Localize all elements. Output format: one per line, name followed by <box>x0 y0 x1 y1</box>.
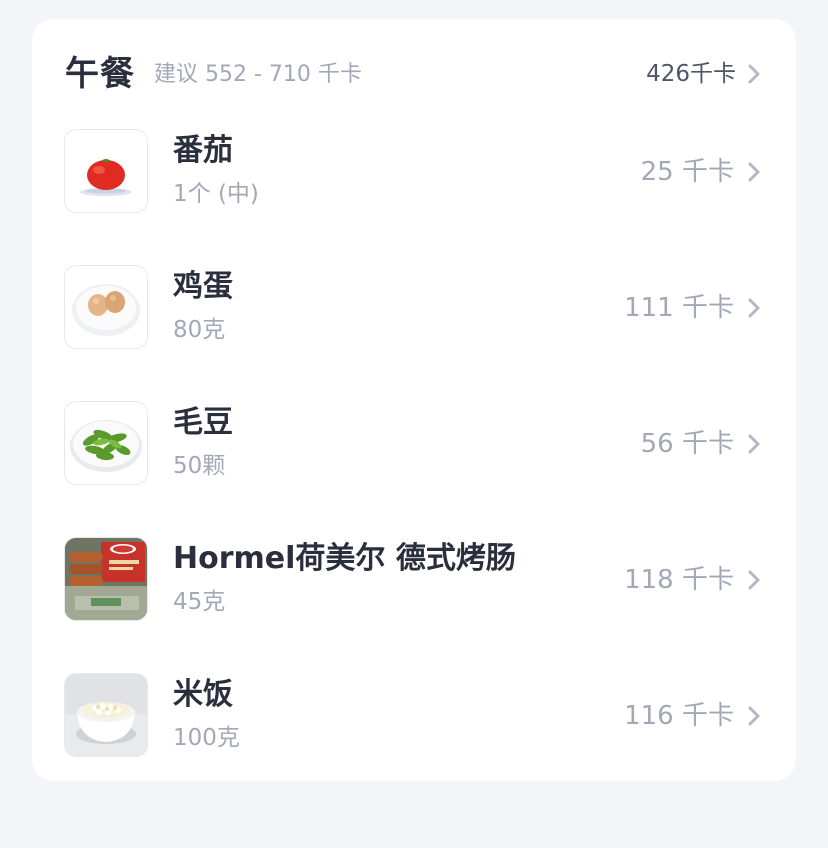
food-item-tomato[interactable]: 番茄 1个 (中) 25 千卡 <box>32 129 796 265</box>
food-name: 鸡蛋 <box>173 269 233 304</box>
meal-total-calories: 426千卡 <box>646 61 736 87</box>
food-calories: 56 千卡 <box>640 429 734 459</box>
tomato-image <box>64 129 148 213</box>
food-item-rice[interactable]: 米饭 100克 116 千卡 <box>32 673 796 809</box>
rice-bowl-image <box>64 673 148 757</box>
food-amount: 50颗 <box>173 453 226 479</box>
chevron-right-icon[interactable] <box>744 432 764 456</box>
chevron-right-icon[interactable] <box>744 704 764 728</box>
meal-card: 午餐 建议 552 - 710 千卡 426千卡 番茄 1个 (中) 25 千卡 <box>32 19 796 781</box>
food-calories: 118 千卡 <box>624 565 734 595</box>
food-item-edamame[interactable]: 毛豆 50颗 56 千卡 <box>32 401 796 537</box>
food-amount: 100克 <box>173 725 240 751</box>
food-calories: 25 千卡 <box>640 157 734 187</box>
edamame-image <box>64 401 148 485</box>
eggs-image <box>64 265 148 349</box>
chevron-right-icon[interactable] <box>744 568 764 592</box>
food-name: 番茄 <box>173 133 233 168</box>
sausage-package-image <box>64 537 148 621</box>
food-item-sausage[interactable]: Hormel荷美尔 德式烤肠 45克 118 千卡 <box>32 537 796 673</box>
food-amount: 1个 (中) <box>173 181 259 207</box>
calorie-suggestion: 建议 552 - 710 千卡 <box>154 62 362 87</box>
food-name: Hormel荷美尔 德式烤肠 <box>173 541 516 576</box>
chevron-right-icon[interactable] <box>744 62 764 86</box>
food-amount: 80克 <box>173 317 226 343</box>
chevron-right-icon[interactable] <box>744 160 764 184</box>
food-name: 米饭 <box>173 677 233 712</box>
food-item-egg[interactable]: 鸡蛋 80克 111 千卡 <box>32 265 796 401</box>
food-calories: 111 千卡 <box>624 293 734 323</box>
food-amount: 45克 <box>173 589 226 615</box>
food-name: 毛豆 <box>173 405 233 440</box>
chevron-right-icon[interactable] <box>744 296 764 320</box>
food-calories: 116 千卡 <box>624 701 734 731</box>
meal-header[interactable]: 午餐 建议 552 - 710 千卡 426千卡 <box>32 19 796 127</box>
meal-title: 午餐 <box>65 54 135 94</box>
